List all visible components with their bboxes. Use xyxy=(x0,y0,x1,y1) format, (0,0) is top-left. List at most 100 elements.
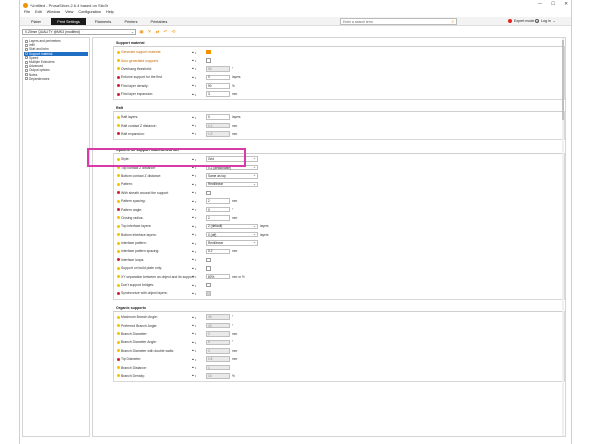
reset-value-icon[interactable]: • xyxy=(195,207,196,212)
reset-value-icon[interactable]: • xyxy=(195,291,196,296)
lock-icon[interactable]: 🔒︎ xyxy=(192,207,194,212)
setting-input[interactable]: 60% xyxy=(206,273,230,280)
lock-icon[interactable]: 🔒︎ xyxy=(192,340,194,345)
reset-value-icon[interactable]: • xyxy=(195,340,196,345)
setting-input[interactable]: 0 xyxy=(206,206,230,213)
setting-select[interactable]: 0 (off) xyxy=(206,231,258,238)
maximize-button[interactable]: ☐ xyxy=(551,1,555,7)
setting-input[interactable]: 40 xyxy=(206,314,230,320)
menu-edit[interactable]: Edit xyxy=(35,10,42,16)
scrollbar[interactable] xyxy=(562,38,564,436)
reset-value-icon[interactable]: • xyxy=(195,66,196,71)
setting-select[interactable]: Same as top xyxy=(206,173,258,179)
setting-input[interactable]: 0.2 xyxy=(206,248,230,255)
lock-icon[interactable]: 🔒︎ xyxy=(192,66,194,71)
setting-input[interactable]: 1 xyxy=(206,364,230,371)
reset-value-icon[interactable]: • xyxy=(195,323,196,328)
setting-checkbox[interactable] xyxy=(206,190,211,195)
setting-input[interactable]: 1.5 xyxy=(206,131,230,137)
lock-icon[interactable]: 🔒︎ xyxy=(192,50,194,55)
menu-file[interactable]: File xyxy=(24,10,30,16)
reset-value-icon[interactable]: • xyxy=(195,115,196,120)
setting-input[interactable]: 3 xyxy=(206,348,230,354)
lock-icon[interactable]: 🔒︎ xyxy=(192,215,194,220)
reset-value-icon[interactable]: • xyxy=(195,249,196,254)
setting-checkbox[interactable] xyxy=(206,49,211,55)
setting-select[interactable]: 2 (default) xyxy=(206,223,258,230)
lock-icon[interactable]: 🔒︎ xyxy=(192,182,194,187)
reset-value-icon[interactable]: • xyxy=(195,224,196,229)
lock-icon[interactable]: 🔒︎ xyxy=(192,115,194,120)
lock-icon[interactable]: 🔒︎ xyxy=(192,232,194,237)
lock-icon[interactable]: 🔒︎ xyxy=(192,331,194,336)
tab-printables[interactable]: Printables xyxy=(146,18,172,25)
tab-plater[interactable]: Plater xyxy=(24,18,48,25)
login-button[interactable]: Log in ⌄ xyxy=(535,19,556,23)
setting-input[interactable]: 0 xyxy=(206,114,230,120)
setting-input[interactable]: 25 xyxy=(206,322,230,329)
reset-value-icon[interactable]: • xyxy=(195,283,196,288)
close-button[interactable]: ✕ xyxy=(564,1,568,7)
reset-value-icon[interactable]: • xyxy=(195,357,196,362)
menu-view[interactable]: View xyxy=(65,10,73,16)
reset-value-icon[interactable]: • xyxy=(195,365,196,370)
reset-value-icon[interactable]: • xyxy=(195,266,196,271)
setting-checkbox[interactable] xyxy=(206,257,211,263)
setting-input[interactable]: 0 xyxy=(206,74,230,81)
reset-value-icon[interactable]: • xyxy=(195,315,196,320)
lock-icon[interactable]: 🔒︎ xyxy=(192,257,194,262)
delete-preset-icon[interactable]: ✕ xyxy=(147,29,152,34)
reset-value-icon[interactable]: • xyxy=(195,50,196,55)
scrollbar-thumb[interactable] xyxy=(562,40,564,120)
menu-help[interactable]: Help xyxy=(106,10,114,16)
reset-icon[interactable]: ⟲ xyxy=(171,29,176,34)
lock-icon[interactable]: 🔒︎ xyxy=(192,373,194,378)
lock-icon[interactable]: 🔒︎ xyxy=(192,274,194,279)
lock-icon[interactable]: 🔒︎ xyxy=(192,241,194,246)
reset-value-icon[interactable]: • xyxy=(195,190,196,195)
setting-input[interactable]: 0.2 xyxy=(206,122,230,129)
lock-icon[interactable]: 🔒︎ xyxy=(192,266,194,271)
setting-select[interactable]: Rectilinear xyxy=(206,181,258,188)
reset-value-icon[interactable]: • xyxy=(195,182,196,187)
setting-input[interactable]: 55 xyxy=(206,66,230,72)
setting-checkbox[interactable] xyxy=(206,266,211,271)
setting-input[interactable]: 90 xyxy=(206,83,230,89)
compare-icon[interactable]: ⇄ xyxy=(155,29,160,34)
lock-icon[interactable]: 🔒︎ xyxy=(192,291,194,296)
lock-icon[interactable]: 🔒︎ xyxy=(192,83,194,88)
menu-window[interactable]: Window xyxy=(47,10,61,16)
reset-value-icon[interactable]: • xyxy=(195,257,196,262)
lock-icon[interactable]: 🔒︎ xyxy=(192,323,194,328)
lock-icon[interactable]: 🔒︎ xyxy=(192,365,194,370)
minimize-button[interactable]: — xyxy=(538,1,543,7)
setting-checkbox[interactable] xyxy=(206,282,211,288)
undo-icon[interactable]: ↶ xyxy=(163,29,168,34)
setting-select[interactable]: Rectilinear xyxy=(206,240,258,246)
search-input[interactable]: Enter a search term ⌕ xyxy=(340,18,457,25)
setting-input[interactable]: 2 xyxy=(206,215,230,221)
save-preset-icon[interactable]: ▣ xyxy=(139,29,144,34)
lock-icon[interactable]: 🔒︎ xyxy=(192,348,194,353)
reset-value-icon[interactable]: • xyxy=(195,274,196,279)
reset-value-icon[interactable]: • xyxy=(195,199,196,204)
reset-value-icon[interactable]: • xyxy=(195,75,196,80)
reset-value-icon[interactable]: • xyxy=(195,173,196,178)
lock-icon[interactable]: 🔒︎ xyxy=(192,315,194,320)
tab-print-settings[interactable]: Print Settings xyxy=(51,18,86,25)
reset-value-icon[interactable]: • xyxy=(195,373,196,378)
lock-icon[interactable]: 🔒︎ xyxy=(192,58,194,63)
lock-icon[interactable]: 🔒︎ xyxy=(192,75,194,80)
lock-icon[interactable]: 🔒︎ xyxy=(192,249,194,254)
reset-value-icon[interactable]: • xyxy=(195,241,196,246)
reset-value-icon[interactable]: • xyxy=(195,123,196,128)
reset-value-icon[interactable]: • xyxy=(195,348,196,353)
lock-icon[interactable]: 🔒︎ xyxy=(192,283,194,288)
sidebar-item-dependencies[interactable]: Dependencies xyxy=(24,77,88,81)
reset-value-icon[interactable]: • xyxy=(195,92,196,97)
search-icon[interactable]: ⌕ xyxy=(451,19,454,24)
setting-checkbox[interactable] xyxy=(206,291,211,296)
lock-icon[interactable]: 🔒︎ xyxy=(192,190,194,195)
lock-icon[interactable]: 🔒︎ xyxy=(192,173,194,178)
preset-select[interactable]: 0.20mm QUALITY @MK3 (modified) ⌄ xyxy=(22,28,136,35)
